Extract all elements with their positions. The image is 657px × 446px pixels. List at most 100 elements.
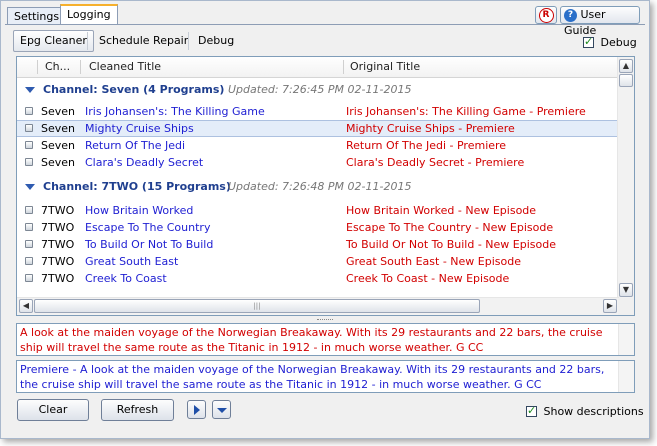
group-header[interactable]: Channel: Seven (4 Programs) Updated: 7:2…	[17, 77, 619, 103]
debug-toggle[interactable]: ✓ Debug	[583, 35, 637, 49]
next-button[interactable]	[187, 400, 206, 419]
cell-channel: 7TWO	[41, 255, 75, 268]
collapse-triangle-icon[interactable]	[25, 87, 35, 93]
row-icon	[25, 223, 33, 231]
cell-original-title: Creek To Coast - New Episode	[346, 272, 510, 285]
cleaned-description-text: Premiere - A look at the maiden voyage o…	[20, 363, 605, 391]
tab-divider	[5, 24, 645, 25]
original-description: A look at the maiden voyage of the Norwe…	[16, 323, 635, 356]
horizontal-scrollbar[interactable]: ◀ ||| ▶	[17, 297, 619, 315]
subtab-separator	[87, 32, 88, 50]
cell-original-title: Escape To The Country - New Episode	[346, 221, 554, 234]
scrollbar-corner	[618, 298, 634, 315]
program-grid[interactable]: Ch... Cleaned Title Original Title Chann…	[16, 56, 635, 316]
chevron-down-icon	[217, 408, 227, 413]
cell-channel: 7TWO	[41, 272, 75, 285]
vertical-scrollbar[interactable]: ▲ ▼	[617, 57, 634, 299]
cell-cleaned-title: How Britain Worked	[85, 204, 194, 217]
cell-channel: 7TWO	[41, 204, 75, 217]
cell-cleaned-title: To Build Or Not To Build	[85, 238, 214, 251]
scroll-right-icon[interactable]: ▶	[603, 299, 617, 313]
subtab-debug[interactable]: Debug	[191, 30, 241, 52]
column-header-channel[interactable]: Ch...	[45, 57, 70, 77]
show-descriptions-checkbox[interactable]: ✓	[526, 403, 537, 417]
registered-icon: R	[538, 7, 554, 23]
tab-logging[interactable]: Logging	[60, 4, 118, 25]
show-descriptions-toggle[interactable]: ✓ Show descriptions	[526, 404, 644, 418]
scroll-thumb[interactable]	[619, 74, 633, 87]
table-row[interactable]: Seven Clara's Deadly Secret Clara's Dead…	[17, 154, 619, 171]
cell-cleaned-title: Great South East	[85, 255, 179, 268]
dropdown-button[interactable]	[212, 400, 231, 419]
cleaned-description: Premiere - A look at the maiden voyage o…	[16, 360, 635, 393]
table-row[interactable]: 7TWO Creek To Coast Creek To Coast - New…	[17, 270, 619, 287]
column-divider[interactable]	[37, 60, 38, 74]
row-icon	[25, 274, 33, 282]
row-icon	[25, 240, 33, 248]
cell-channel: Seven	[41, 156, 75, 169]
table-row-selected[interactable]: Seven Mighty Cruise Ships Mighty Cruise …	[17, 120, 619, 137]
cell-original-title: How Britain Worked - New Episode	[346, 204, 537, 217]
show-descriptions-label: Show descriptions	[543, 404, 644, 418]
debug-checkbox-label: Debug	[600, 35, 637, 49]
grid-rows: Channel: Seven (4 Programs) Updated: 7:2…	[17, 77, 619, 287]
column-divider[interactable]	[80, 60, 81, 74]
table-row[interactable]: Seven Return Of The Jedi Return Of The J…	[17, 137, 619, 154]
r-button[interactable]: R	[535, 6, 557, 24]
subtab-epg-cleaner[interactable]: Epg Cleaner	[13, 30, 94, 52]
row-icon	[25, 107, 33, 115]
cell-cleaned-title: Return Of The Jedi	[85, 139, 186, 152]
row-icon	[25, 141, 33, 149]
collapse-triangle-icon[interactable]	[25, 184, 35, 190]
group-title: Channel: Seven (4 Programs)	[43, 83, 225, 96]
table-row[interactable]: 7TWO To Build Or Not To Build To Build O…	[17, 236, 619, 253]
row-icon	[25, 257, 33, 265]
cell-cleaned-title: Clara's Deadly Secret	[85, 156, 204, 169]
cell-original-title: Clara's Deadly Secret - Premiere	[346, 156, 525, 169]
cell-original-title: Mighty Cruise Ships - Premiere	[346, 122, 515, 135]
table-row[interactable]: 7TWO Escape To The Country Escape To The…	[17, 219, 619, 236]
subtab-schedule-repair[interactable]: Schedule Repair	[92, 30, 195, 52]
scroll-left-icon[interactable]: ◀	[19, 299, 33, 313]
cell-channel: 7TWO	[41, 221, 75, 234]
play-right-icon	[194, 405, 200, 415]
cell-original-title: Iris Johansen's: The Killing Game - Prem…	[346, 105, 586, 118]
scroll-down-icon[interactable]: ▼	[619, 283, 633, 297]
cell-channel: Seven	[41, 139, 75, 152]
table-row[interactable]: 7TWO How Britain Worked How Britain Work…	[17, 202, 619, 219]
cell-channel: 7TWO	[41, 238, 75, 251]
clear-button[interactable]: Clear	[17, 399, 89, 421]
column-divider[interactable]	[343, 60, 344, 74]
horizontal-scroll-thumb[interactable]: |||	[34, 299, 480, 313]
table-row[interactable]: Seven Iris Johansen's: The Killing Game …	[17, 103, 619, 120]
cell-cleaned-title: Iris Johansen's: The Killing Game	[85, 105, 265, 118]
checkmark-icon: ✓	[584, 34, 594, 48]
original-description-text: A look at the maiden voyage of the Norwe…	[20, 326, 603, 354]
group-header[interactable]: Channel: 7TWO (15 Programs) Updated: 7:2…	[17, 174, 619, 200]
scroll-up-icon[interactable]: ▲	[619, 59, 633, 73]
cell-cleaned-title: Mighty Cruise Ships	[85, 122, 194, 135]
cell-channel: Seven	[41, 105, 75, 118]
column-header-cleaned-title[interactable]: Cleaned Title	[89, 57, 161, 77]
app-window: Settings Logging R ? User Guide Epg Clea…	[0, 0, 650, 439]
description-scrollbar[interactable]	[618, 324, 634, 355]
cell-original-title: To Build Or Not To Build - New Episode	[346, 238, 556, 251]
grid-header: Ch... Cleaned Title Original Title	[17, 57, 619, 78]
cell-channel: Seven	[41, 122, 75, 135]
debug-checkbox[interactable]: ✓	[583, 34, 594, 48]
group-title: Channel: 7TWO (15 Programs)	[43, 180, 231, 193]
refresh-button[interactable]: Refresh	[101, 399, 174, 421]
help-icon: ?	[564, 8, 577, 22]
tab-settings[interactable]: Settings	[7, 7, 67, 25]
table-row[interactable]: 7TWO Great South East Great South East -…	[17, 253, 619, 270]
checkmark-icon: ✓	[527, 403, 537, 417]
group-updated: Updated: 7:26:45 PM 02-11-2015	[228, 83, 412, 96]
subtab-separator	[188, 32, 189, 50]
row-icon	[25, 158, 33, 166]
row-icon	[25, 206, 33, 214]
column-header-original-title[interactable]: Original Title	[350, 57, 420, 77]
cell-original-title: Return Of The Jedi - Premiere	[346, 139, 507, 152]
user-guide-button[interactable]: ? User Guide	[560, 6, 640, 37]
row-icon	[25, 124, 33, 132]
description-scrollbar[interactable]	[618, 361, 634, 392]
